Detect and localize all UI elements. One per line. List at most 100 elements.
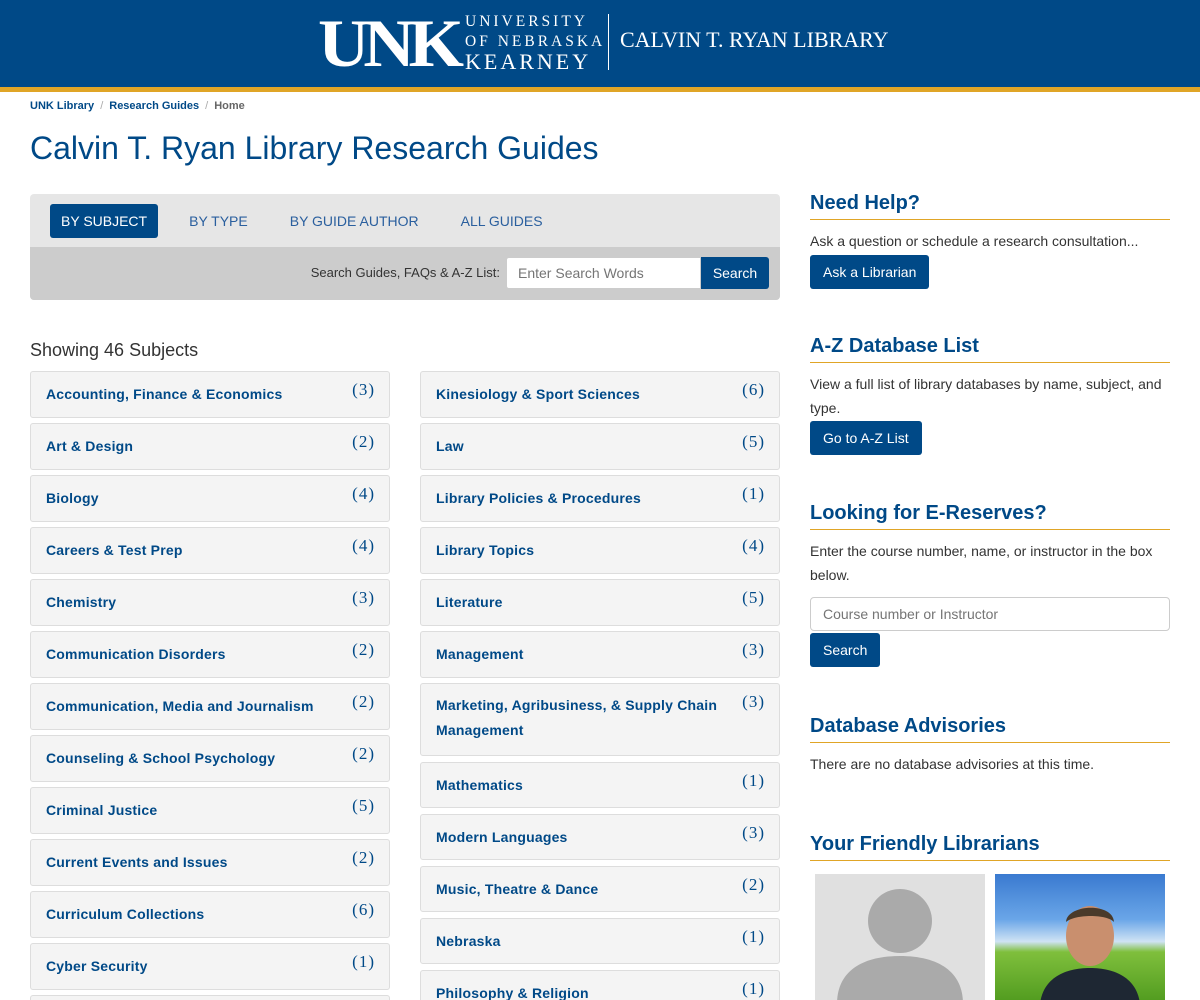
subject-item[interactable]: Communication Disorders (2) — [30, 631, 390, 678]
subject-name[interactable]: Criminal Justice — [31, 788, 389, 833]
subject-item[interactable] — [30, 995, 390, 1000]
subject-item[interactable]: Careers & Test Prep (4) — [30, 527, 390, 574]
ereserves-box: Looking for E-Reserves? Enter the course… — [810, 502, 1170, 667]
subject-guide-count: (1) — [352, 952, 375, 971]
librarian-avatar-placeholder[interactable] — [815, 874, 985, 1000]
ereserves-search-button[interactable]: Search — [810, 633, 881, 667]
librarians-heading: Your Friendly Librarians — [810, 833, 1170, 861]
subject-guide-count: (5) — [352, 796, 375, 815]
subject-item[interactable]: Modern Languages (3) — [420, 813, 780, 860]
subject-item[interactable]: Mathematics (1) — [420, 761, 780, 808]
subject-item[interactable]: Cyber Security (1) — [30, 943, 390, 990]
subject-item[interactable]: Accounting, Finance & Economics (3) — [30, 371, 390, 418]
librarian-profiles — [815, 874, 1165, 1000]
subject-list-left: Accounting, Finance & Economics (3) Art &… — [30, 371, 390, 1000]
search-label: Search Guides, FAQs & A-Z List: — [310, 265, 500, 280]
subject-name[interactable]: Accounting, Finance & Economics — [31, 372, 389, 417]
breadcrumb-home: Home — [214, 100, 245, 112]
subject-item[interactable]: Music, Theatre & Dance (2) — [420, 865, 780, 912]
ereserves-text: Enter the course number, name, or instru… — [810, 543, 1153, 583]
unk-logo[interactable]: UNK — [318, 9, 464, 77]
subject-item[interactable]: Library Topics (4) — [420, 527, 780, 574]
subject-name[interactable]: Careers & Test Prep — [31, 528, 389, 573]
subject-item[interactable]: Kinesiology & Sport Sciences (6) — [420, 371, 780, 418]
az-list-button[interactable]: Go to A-Z List — [810, 421, 922, 455]
tab-by-guide-author[interactable]: BY GUIDE AUTHOR — [279, 204, 430, 238]
az-database-text: View a full list of library databases by… — [810, 376, 1162, 416]
subject-name[interactable]: Current Events and Issues — [31, 840, 389, 885]
subject-name[interactable]: Law — [421, 424, 779, 469]
breadcrumb-research-guides[interactable]: Research Guides — [109, 100, 199, 112]
tab-all-guides[interactable]: ALL GUIDES — [450, 204, 554, 238]
tab-by-type[interactable]: BY TYPE — [178, 204, 259, 238]
subject-item[interactable]: Philosophy & Religion (1) — [420, 969, 780, 1000]
subject-name[interactable]: Communication, Media and Journalism — [31, 684, 389, 729]
page-title: Calvin T. Ryan Library Research Guides — [30, 130, 599, 166]
subject-item[interactable]: Nebraska (1) — [420, 917, 780, 964]
subject-item[interactable]: Curriculum Collections (6) — [30, 891, 390, 938]
search-input[interactable] — [506, 257, 701, 289]
subject-name[interactable]: Literature — [421, 580, 779, 625]
subject-guide-count: (2) — [742, 874, 765, 894]
subject-item[interactable]: Library Policies & Procedures (1) — [420, 475, 780, 522]
subject-name[interactable]: Art & Design — [31, 424, 389, 469]
subject-name[interactable]: Biology — [31, 476, 389, 521]
database-advisories-box: Database Advisories There are no databas… — [810, 715, 1170, 776]
subject-item[interactable]: Literature (5) — [420, 579, 780, 626]
ask-librarian-button[interactable]: Ask a Librarian — [810, 255, 930, 289]
breadcrumb: UNK Library / Research Guides / Home — [30, 100, 245, 112]
subject-guide-count: (4) — [352, 484, 375, 503]
logo-divider — [608, 14, 609, 70]
subject-name[interactable]: Communication Disorders — [31, 632, 389, 677]
guide-browse-panel: BY SUBJECT BY TYPE BY GUIDE AUTHOR ALL G… — [30, 194, 780, 300]
subject-item[interactable]: Biology (4) — [30, 475, 390, 522]
subject-count-label: Showing 46 Subjects — [30, 340, 199, 360]
library-name[interactable]: CALVIN T. RYAN LIBRARY — [620, 27, 889, 53]
subject-list-right: Kinesiology & Sport Sciences (6) Law (5) L… — [420, 371, 780, 1000]
subject-name[interactable]: Nebraska — [421, 919, 779, 964]
subject-name[interactable]: Library Topics — [421, 528, 779, 573]
breadcrumb-separator: / — [100, 100, 104, 112]
subject-item[interactable]: Communication, Media and Journalism (2) — [30, 683, 390, 730]
subject-item[interactable]: Art & Design (2) — [30, 423, 390, 470]
subject-item[interactable]: Marketing, Agribusiness, & Supply Chain … — [420, 683, 780, 756]
subject-guide-count: (3) — [742, 692, 765, 711]
librarians-box: Your Friendly Librarians — [810, 833, 1170, 870]
subject-guide-count: (1) — [742, 926, 765, 946]
advisories-text: There are no database advisories at this… — [810, 756, 1095, 772]
need-help-box: Need Help? Ask a question or schedule a … — [810, 192, 1170, 289]
subject-name[interactable]: Counseling & School Psychology — [31, 736, 389, 781]
breadcrumb-unk-library[interactable]: UNK Library — [30, 100, 94, 112]
subject-name[interactable]: Library Policies & Procedures — [421, 476, 779, 521]
subject-guide-count: (1) — [742, 484, 765, 503]
university-line-3: KEARNEY — [465, 49, 592, 74]
ereserves-heading: Looking for E-Reserves? — [810, 502, 1170, 530]
subject-name[interactable]: Music, Theatre & Dance — [421, 867, 779, 912]
subject-item[interactable]: Criminal Justice (5) — [30, 787, 390, 834]
search-button[interactable]: Search — [701, 257, 769, 289]
subject-guide-count: (2) — [352, 640, 375, 659]
librarian-portrait-image — [1040, 906, 1140, 1000]
subject-item[interactable]: Current Events and Issues (2) — [30, 839, 390, 886]
subject-name[interactable]: Philosophy & Religion — [421, 971, 779, 1000]
subject-name[interactable]: Chemistry — [31, 580, 389, 625]
subject-name[interactable]: Marketing, Agribusiness, & Supply Chain … — [421, 684, 779, 756]
tab-by-subject[interactable]: BY SUBJECT — [50, 204, 159, 238]
subject-name[interactable]: Mathematics — [421, 763, 779, 808]
subject-name[interactable]: Curriculum Collections — [31, 892, 389, 937]
subject-guide-count: (1) — [742, 770, 765, 790]
subject-name[interactable]: Cyber Security — [31, 944, 389, 989]
subject-guide-count: (4) — [352, 536, 375, 555]
subject-item[interactable]: Management (3) — [420, 631, 780, 678]
subject-item[interactable]: Counseling & School Psychology (2) — [30, 735, 390, 782]
librarian-photo[interactable] — [995, 874, 1165, 1000]
site-header: UNK UNIVERSITY OF NEBRASKA KEARNEY CALVI… — [0, 0, 1200, 87]
need-help-heading: Need Help? — [810, 192, 1170, 220]
subject-name[interactable]: Kinesiology & Sport Sciences — [421, 372, 779, 417]
subject-name[interactable]: Modern Languages — [421, 815, 779, 860]
subject-name[interactable]: Management — [421, 632, 779, 677]
need-help-text: Ask a question or schedule a research co… — [810, 233, 1139, 249]
ereserves-input[interactable] — [810, 597, 1170, 631]
subject-item[interactable]: Law (5) — [420, 423, 780, 470]
subject-item[interactable]: Chemistry (3) — [30, 579, 390, 626]
